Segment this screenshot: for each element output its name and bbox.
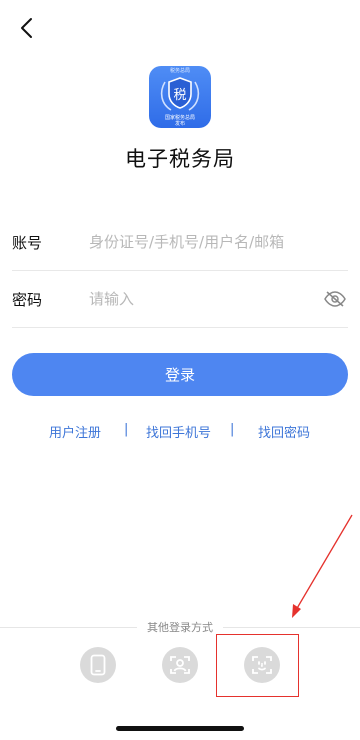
logo-bottom-text: 国家税务总局 发布 (149, 115, 211, 127)
annotation-highlight-box (216, 634, 299, 697)
phone-icon (90, 654, 106, 676)
other-login-label-text: 其他登录方式 (137, 621, 223, 634)
id-card-login-button[interactable] (162, 647, 198, 683)
link-separator: | (124, 422, 129, 437)
phone-login-button[interactable] (80, 647, 116, 683)
person-card-icon (170, 656, 190, 674)
register-link[interactable]: 用户注册 (49, 422, 101, 441)
recover-phone-link[interactable]: 找回手机号 (146, 422, 211, 441)
app-title: 电子税务局 (125, 147, 235, 171)
other-login-label: 其他登录方式 (0, 619, 360, 635)
login-screen: 税务总局 税 国家税务总局 发布 电子税务局 账号 密码 登录 用户注册 (0, 0, 360, 740)
link-separator: | (230, 422, 235, 437)
password-input[interactable] (89, 290, 322, 308)
password-row: 密码 (12, 271, 348, 328)
password-label: 密码 (12, 290, 43, 309)
eye-off-icon (324, 291, 346, 307)
app-logo: 税务总局 税 国家税务总局 发布 (149, 66, 211, 128)
account-row: 账号 (12, 214, 348, 271)
account-label: 账号 (12, 233, 43, 252)
account-links: 用户注册 | 找回手机号 | 找回密码 (0, 420, 360, 442)
login-button[interactable]: 登录 (12, 353, 348, 396)
recover-password-link[interactable]: 找回密码 (258, 422, 310, 441)
home-indicator (116, 726, 244, 731)
svg-text:税: 税 (173, 88, 186, 103)
account-input[interactable] (89, 233, 348, 251)
logo-bottom-line2: 发布 (174, 121, 185, 127)
toggle-password-visibility-button[interactable] (322, 286, 348, 312)
back-button[interactable] (12, 14, 40, 42)
chevron-left-icon (21, 18, 32, 38)
